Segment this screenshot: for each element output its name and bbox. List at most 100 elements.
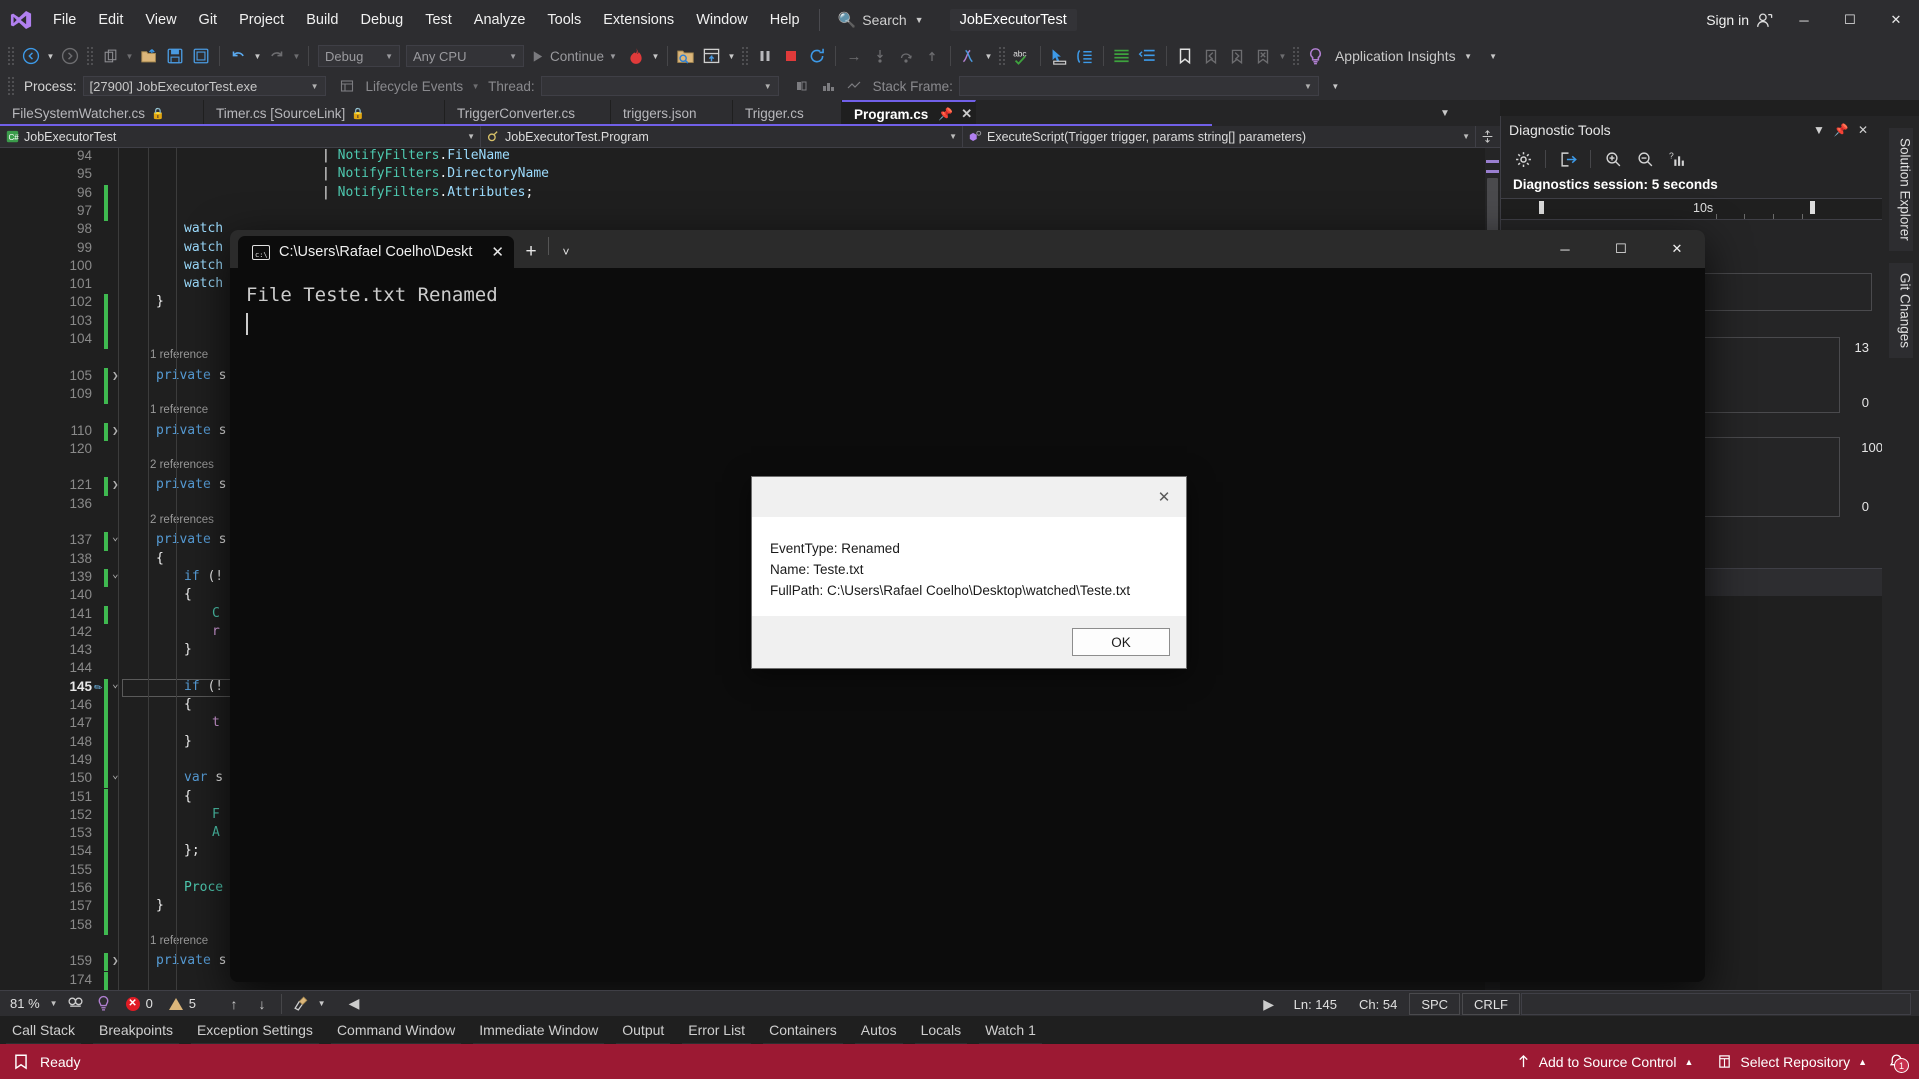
undo-icon[interactable] bbox=[225, 43, 251, 69]
solution-configuration-select[interactable]: Debug ▼ bbox=[318, 45, 400, 67]
next-bookmark-icon[interactable] bbox=[1224, 43, 1250, 69]
export-icon[interactable] bbox=[1554, 146, 1582, 172]
diagnostics-timeline-ruler[interactable]: 10s bbox=[1501, 198, 1882, 220]
add-to-source-control-button[interactable]: Add to Source Control ▲ bbox=[1506, 1044, 1704, 1079]
search-input[interactable]: 🔍 Search ▼ bbox=[828, 7, 934, 33]
menu-file[interactable]: File bbox=[42, 0, 87, 40]
close-icon[interactable]: ✕ bbox=[961, 106, 972, 122]
code-analysis-icon[interactable] bbox=[90, 993, 118, 1015]
lifecycle-events-label[interactable]: Lifecycle Events bbox=[360, 79, 470, 94]
cleanup-icon[interactable] bbox=[287, 993, 315, 1015]
tab-timer[interactable]: Timer.cs [SourceLink] 🔒 bbox=[204, 100, 445, 126]
stack-frame-select[interactable]: ▼ bbox=[958, 76, 1319, 96]
restart-icon[interactable] bbox=[804, 43, 830, 69]
toolbar-overflow-icon[interactable]: ▼ bbox=[1487, 43, 1500, 69]
stack-frame-chart-icon[interactable] bbox=[815, 73, 841, 99]
menu-view[interactable]: View bbox=[134, 0, 187, 40]
breakpoint-glyph-icon[interactable]: ✎ bbox=[91, 679, 105, 695]
rail-solution-explorer[interactable]: Solution Explorer bbox=[1888, 128, 1913, 251]
panel-tab-containers[interactable]: Containers bbox=[757, 1016, 849, 1046]
toolbar-grip[interactable] bbox=[7, 46, 15, 66]
open-file-icon[interactable] bbox=[136, 43, 162, 69]
menu-window[interactable]: Window bbox=[685, 0, 759, 40]
codelens-reference-count[interactable]: 1 reference bbox=[150, 935, 208, 947]
codelens-reference-count[interactable]: 2 references bbox=[150, 514, 214, 526]
toolbar-grip[interactable] bbox=[997, 46, 1006, 66]
save-all-icon[interactable] bbox=[188, 43, 214, 69]
terminal-minimize-button[interactable]: ─ bbox=[1537, 230, 1593, 268]
terminal-title-bar[interactable]: c:\ C:\Users\Rafael Coelho\Deskt ✕ + ˅ ─… bbox=[230, 230, 1705, 268]
error-count[interactable]: ✕ 0 bbox=[118, 996, 161, 1011]
step-out-icon[interactable] bbox=[919, 43, 945, 69]
menu-test[interactable]: Test bbox=[414, 0, 463, 40]
panel-dropdown-icon[interactable]: ▼ bbox=[1808, 119, 1830, 141]
panel-tab-exception-settings[interactable]: Exception Settings bbox=[185, 1016, 325, 1046]
menu-tools[interactable]: Tools bbox=[536, 0, 592, 40]
line-indicator[interactable]: Ln: 145 bbox=[1283, 993, 1348, 1015]
cleanup-dropdown-icon[interactable]: ▼ bbox=[315, 991, 328, 1017]
terminal-tab[interactable]: c:\ C:\Users\Rafael Coelho\Deskt ✕ bbox=[238, 236, 514, 268]
code-line[interactable]: 96 | NotifyFilters.Attributes; bbox=[0, 184, 1485, 203]
panel-tab-error-list[interactable]: Error List bbox=[676, 1016, 757, 1046]
lightbulb-icon[interactable] bbox=[1303, 43, 1329, 69]
panel-tab-output[interactable]: Output bbox=[610, 1016, 676, 1046]
intellicode-icon[interactable] bbox=[62, 993, 90, 1015]
hot-reload-icon[interactable] bbox=[623, 43, 649, 69]
sign-in-button[interactable]: Sign in bbox=[1698, 12, 1781, 29]
debugbar-overflow-icon[interactable]: ▼ bbox=[1329, 73, 1342, 99]
code-line[interactable]: 97 bbox=[0, 202, 1485, 222]
comment-lines-icon[interactable] bbox=[1072, 43, 1098, 69]
tab-triggerconverter[interactable]: TriggerConverter.cs bbox=[445, 100, 611, 126]
terminal-output[interactable]: File Teste.txt Renamed bbox=[230, 268, 1705, 349]
rail-git-changes[interactable]: Git Changes bbox=[1888, 262, 1913, 358]
panel-tab-immediate-window[interactable]: Immediate Window bbox=[467, 1016, 610, 1046]
stop-debugging-icon[interactable] bbox=[778, 43, 804, 69]
panel-tab-watch-1[interactable]: Watch 1 bbox=[973, 1016, 1048, 1046]
notifications-button[interactable]: 1 bbox=[1881, 1044, 1911, 1079]
dialog-close-button[interactable]: ✕ bbox=[1142, 477, 1186, 517]
panel-tab-locals[interactable]: Locals bbox=[909, 1016, 973, 1046]
menu-build[interactable]: Build bbox=[295, 0, 349, 40]
open-folder-search-icon[interactable] bbox=[673, 43, 699, 69]
select-repository-button[interactable]: Select Repository ▲ bbox=[1707, 1044, 1877, 1079]
codelens-reference-count[interactable]: 1 reference bbox=[150, 349, 208, 361]
show-next-statement-icon[interactable]: → bbox=[841, 43, 867, 69]
toolbar-grip[interactable] bbox=[740, 46, 749, 66]
toolbar-grip[interactable] bbox=[7, 76, 15, 96]
breadcrumb-project-select[interactable]: C# JobExecutorTest ▼ bbox=[0, 125, 481, 148]
decrease-indent-icon[interactable] bbox=[1135, 43, 1161, 69]
step-over-icon[interactable] bbox=[893, 43, 919, 69]
codelens-reference-count[interactable]: 2 references bbox=[150, 459, 214, 471]
code-line[interactable]: 95 | NotifyFilters.DirectoryName bbox=[0, 166, 1485, 184]
windows-layout-icon[interactable] bbox=[699, 43, 725, 69]
previous-issue-icon[interactable]: ↑ bbox=[220, 993, 248, 1015]
help-chart-icon[interactable]: ? bbox=[1663, 146, 1691, 172]
line-ending-indicator[interactable]: CRLF bbox=[1462, 993, 1520, 1015]
zoom-in-icon[interactable] bbox=[1599, 146, 1627, 172]
tab-list-dropdown-icon[interactable]: ▼ bbox=[1440, 108, 1450, 119]
increase-indent-icon[interactable] bbox=[1109, 43, 1135, 69]
pin-icon[interactable]: 📌 bbox=[1830, 119, 1852, 141]
hot-reload-dropdown-icon[interactable]: ▼ bbox=[649, 43, 662, 69]
continue-button[interactable]: Continue ▼ bbox=[524, 49, 623, 64]
terminal-maximize-button[interactable]: ☐ bbox=[1593, 230, 1649, 268]
menu-edit[interactable]: Edit bbox=[87, 0, 134, 40]
stack-frame-graph-icon[interactable] bbox=[841, 73, 867, 99]
menu-help[interactable]: Help bbox=[759, 0, 811, 40]
menu-project[interactable]: Project bbox=[228, 0, 295, 40]
warning-count[interactable]: 5 bbox=[161, 996, 204, 1011]
navigate-back-dropdown-icon[interactable]: ▼ bbox=[44, 43, 57, 69]
navigate-forward-icon[interactable] bbox=[57, 43, 83, 69]
application-insights-dropdown-icon[interactable]: ▼ bbox=[1462, 43, 1475, 69]
new-terminal-tab-button[interactable]: + bbox=[514, 236, 548, 268]
select-tool-icon[interactable] bbox=[1046, 43, 1072, 69]
breadcrumb-type-select[interactable]: JobExecutorTest.Program ▼ bbox=[481, 125, 963, 148]
window-maximize-button[interactable]: ☐ bbox=[1827, 0, 1873, 40]
panel-tab-breakpoints[interactable]: Breakpoints bbox=[87, 1016, 185, 1046]
gear-icon[interactable] bbox=[1509, 146, 1537, 172]
toolbar-grip[interactable] bbox=[86, 46, 94, 66]
scroll-thumb[interactable] bbox=[1487, 178, 1498, 238]
close-icon[interactable]: ✕ bbox=[1852, 119, 1874, 141]
column-indicator[interactable]: Ch: 54 bbox=[1348, 993, 1408, 1015]
solution-name-badge[interactable]: JobExecutorTest bbox=[949, 9, 1077, 31]
